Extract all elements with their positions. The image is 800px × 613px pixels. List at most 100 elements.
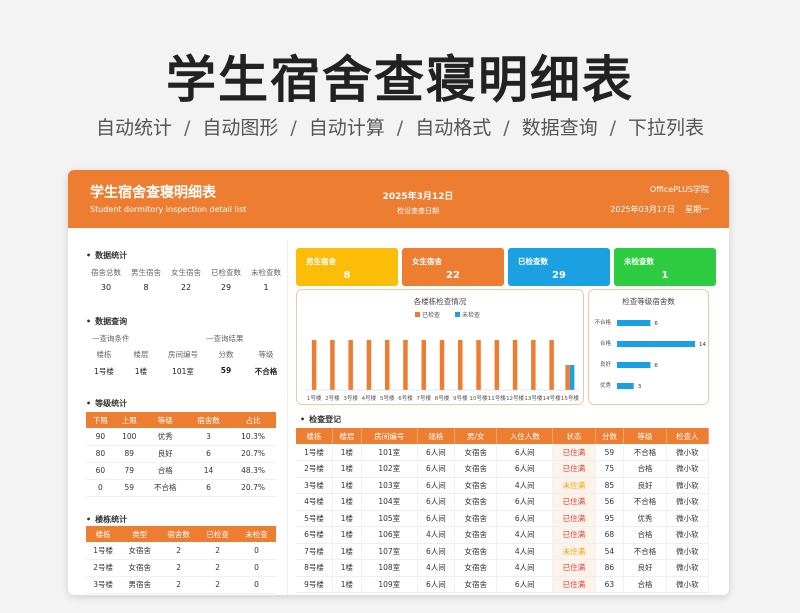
table-cell: 6: [186, 445, 231, 463]
kpi-card[interactable]: 未检查数 1: [614, 248, 716, 286]
register-cell: 微小软: [666, 477, 710, 494]
column-header: 宿舍数: [186, 412, 231, 428]
legend-label: 已检查: [422, 311, 440, 319]
kpi-card[interactable]: 女生宿舍 22: [402, 248, 504, 286]
register-cell: 1楼: [332, 510, 362, 527]
register-cell: 微小软: [666, 526, 710, 544]
table-cell: 80: [86, 445, 115, 463]
table-cell: 2: [198, 559, 238, 577]
register-cell: 6人间: [496, 444, 554, 461]
grade-bar: [617, 362, 651, 368]
register-row[interactable]: 1号楼 1楼 101室 6人间 女宿舍 6人间 已住满 59 不合格 微小软: [296, 444, 710, 461]
data-stats-headers: 宿舍总数 男生宿舍 女生宿舍 已检查数 未检查数: [86, 267, 286, 278]
table-cell: 3号楼: [86, 576, 121, 594]
feature-label: 自动统计: [95, 117, 172, 139]
bar-checked: [549, 340, 554, 390]
register-row[interactable]: 8号楼 1楼 108室 4人间 女宿舍 4人间 已住满 86 良好 微小软: [296, 559, 710, 577]
right-panel: 男生宿舍 8 女生宿舍 22 已检查数 29 未检查数 1 各楼栋检查情况 已检查 未检查 1号楼…: [296, 248, 716, 595]
table-cell: 女宿舍: [120, 542, 160, 560]
table-cell: 20.7%: [230, 445, 276, 463]
register-cell: 女宿舍: [454, 477, 498, 494]
table-cell: 2号楼: [86, 559, 121, 577]
kpi-label: 男生宿舍: [306, 257, 336, 266]
register-row[interactable]: 9号楼 1楼 109室 6人间 女宿舍 6人间 已住满 63 合格 微小软: [296, 576, 710, 593]
x-tick-label: 2号楼: [325, 394, 340, 402]
grade-row: 60 79 合格 14 48.3%: [86, 462, 276, 480]
register-cell: 1楼: [332, 559, 362, 577]
stat-header: 男生宿舍: [131, 268, 161, 277]
register-cell: 合格: [623, 576, 667, 593]
register-row[interactable]: 7号楼 1楼 107室 6人间 女宿舍 4人间 未住满 54 不合格 微小软: [296, 543, 710, 560]
register-cell: 1楼: [332, 477, 362, 494]
x-tick-label: 5号楼: [380, 394, 395, 402]
kpi-card[interactable]: 已检查数 29: [508, 248, 610, 286]
legend-swatch: [415, 312, 420, 317]
grade-bar: [617, 383, 634, 389]
column-header: 房间编号: [361, 428, 418, 444]
register-cell: 已住满: [552, 576, 596, 593]
data-query-title: 数据查询: [86, 316, 127, 327]
inspect-date[interactable]: 2025年3月12日: [358, 189, 478, 202]
kpi-card[interactable]: 男生宿舍 8: [296, 248, 398, 286]
column-header: 男/女: [454, 428, 498, 444]
bar-checked: [403, 340, 408, 390]
table-cell: 0: [237, 576, 276, 594]
table-cell: 14: [186, 462, 231, 480]
bar-checked: [384, 340, 390, 390]
query-value[interactable]: 不合格: [246, 366, 286, 377]
table-cell: 1号楼: [86, 542, 121, 560]
data-label: 3: [638, 384, 642, 390]
hero-title: 学生宿舍查寝明细表: [166, 51, 634, 109]
y-tick-label: 不合格: [594, 318, 611, 326]
register-cell: 未住满: [552, 477, 596, 494]
register-row[interactable]: 4号楼 1楼 104室 6人间 女宿舍 6人间 已住满 56 不合格 微小软: [296, 493, 710, 511]
register-cell: 已住满: [552, 493, 596, 511]
table-cell: 女宿舍: [120, 559, 160, 577]
register-cell: 6人间: [496, 493, 554, 511]
building-stats-title: 楼栋统计: [86, 514, 127, 525]
column-header: 类型: [120, 526, 160, 542]
x-tick-label: 3号楼: [343, 394, 358, 402]
query-values[interactable]: 1号楼 1楼 101室 59 不合格: [86, 366, 286, 377]
register-cell: 不合格: [623, 493, 667, 511]
query-value[interactable]: 1楼: [122, 366, 160, 377]
register-row[interactable]: 6号楼 1楼 106室 4人间 女宿舍 4人间 已住满 68 合格 微小软: [296, 526, 710, 544]
building-row: 2号楼 女宿舍 2 2 0: [86, 559, 276, 577]
table-cell: 10.3%: [230, 428, 276, 446]
table-cell: 20.7%: [230, 479, 276, 497]
bar-checked: [512, 340, 518, 390]
grade-stats-title: 等级统计: [86, 398, 127, 409]
register-row[interactable]: 3号楼 1楼 103室 6人间 女宿舍 4人间 未住满 85 良好 微小软: [296, 477, 710, 494]
feature-label: 下拉列表: [628, 117, 705, 139]
register-row[interactable]: 2号楼 1楼 102室 6人间 女宿舍 6人间 已住满 75 合格 微小软: [296, 460, 710, 478]
register-row[interactable]: 5号楼 1楼 105室 6人间 女宿舍 6人间 已住满 95 优秀 微小软: [296, 510, 710, 527]
bar-checked: [565, 365, 570, 390]
column-header: 等级: [623, 428, 667, 444]
dashboard-title: 学生宿舍查寝明细表: [90, 185, 216, 201]
table-cell: 0: [86, 479, 115, 497]
register-cell: 女宿舍: [454, 576, 498, 593]
query-value[interactable]: 59: [206, 366, 246, 377]
register-cell: 女宿舍: [454, 543, 498, 560]
bar-checked: [476, 340, 481, 390]
register-cell: 6人间: [496, 576, 554, 593]
stat-value: 8: [143, 283, 149, 292]
register-cell: 109室: [361, 576, 418, 593]
stat-header: 女生宿舍: [171, 268, 201, 277]
query-value[interactable]: 101室: [160, 366, 206, 377]
register-cell: 103室: [361, 477, 418, 494]
bar-checked: [330, 340, 335, 390]
register-cell: 68: [595, 526, 625, 544]
grade-row: 0 59 不合格 6 20.7%: [86, 479, 276, 497]
table-cell: 3: [186, 428, 231, 446]
register-cell: 6人间: [417, 576, 456, 593]
register-cell: 106室: [361, 526, 418, 544]
query-header: 分数: [218, 350, 234, 359]
query-value[interactable]: 1号楼: [86, 366, 122, 377]
register-cell: 1楼: [332, 576, 362, 593]
column-header: 楼栋: [296, 428, 334, 444]
grade-chart: 不合格 6 合格 14 良好 6 优秀 3: [594, 318, 706, 390]
column-header: 楼栋: [86, 526, 121, 542]
kpi-label: 已检查数: [518, 257, 548, 266]
register-cell: 微小软: [666, 444, 710, 461]
